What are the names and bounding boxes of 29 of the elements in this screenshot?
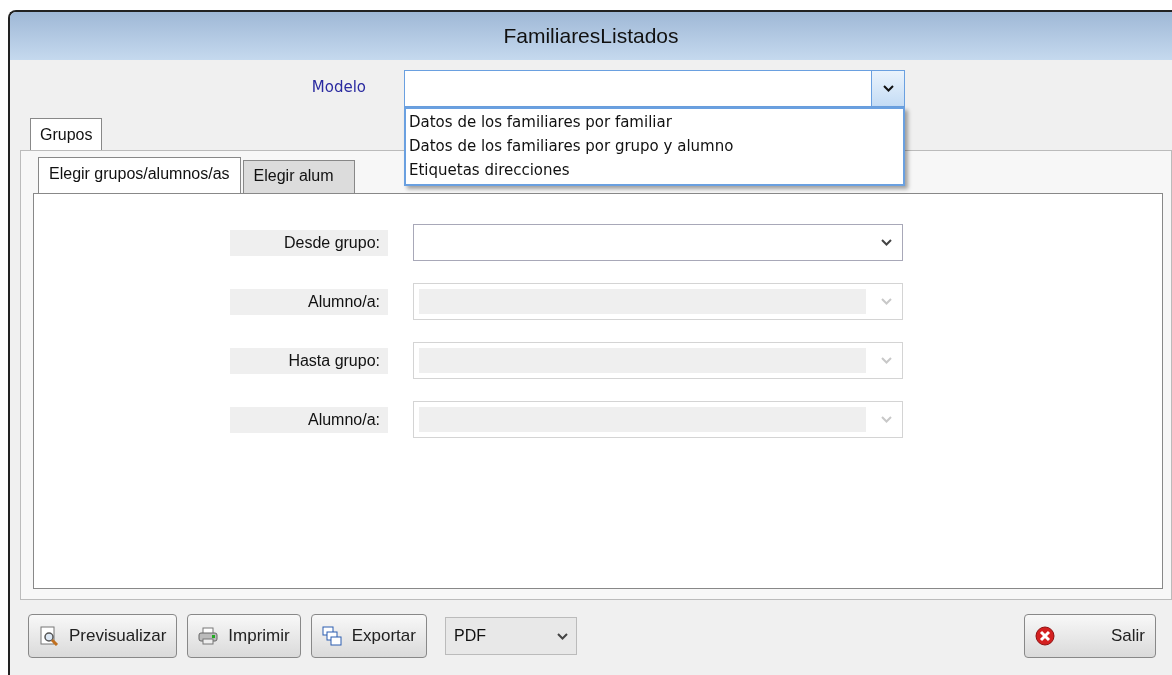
chevron-down-icon: [880, 357, 892, 364]
chevron-down-icon: [556, 632, 568, 640]
button[interactable]: Exportar: [310, 614, 427, 658]
button[interactable]: Previsualizar: [28, 614, 178, 658]
dropdown-option[interactable]: Datos de los familiares por familiar: [409, 110, 903, 134]
field-label: Desde grupo:: [230, 229, 388, 256]
tab[interactable]: Elegir grupos/alumnos/as: [38, 157, 241, 193]
dropdown-field[interactable]: [413, 224, 903, 261]
close-icon: [1035, 626, 1055, 646]
magnifier-page-icon: [39, 626, 59, 646]
tab[interactable]: Grupos: [30, 118, 103, 150]
format-dropdown[interactable]: PDF: [444, 617, 577, 655]
button[interactable]: Imprimir: [187, 614, 301, 658]
dropdown-option[interactable]: Datos de los familiares por grupo y alumno: [409, 134, 903, 158]
chevron-down-icon: [882, 85, 894, 92]
windows-stack-icon: [321, 626, 342, 646]
tab[interactable]: Elegir alum: [242, 160, 355, 193]
field-label: Alumno/a:: [230, 406, 388, 433]
field-label: Hasta grupo:: [230, 347, 388, 374]
chevron-down-icon: [880, 239, 892, 246]
dropdown-option[interactable]: Etiquetas direcciones: [409, 158, 903, 182]
chevron-down-icon: [880, 298, 892, 305]
button[interactable]: Salir: [1024, 614, 1156, 658]
printer-icon: [198, 626, 219, 646]
chevron-down-icon: [880, 416, 892, 423]
model-dropdown[interactable]: [404, 70, 905, 107]
field-label: Modelo: [310, 78, 366, 96]
window-title: FamiliaresListados: [503, 24, 679, 48]
field-label: Alumno/a:: [230, 288, 388, 315]
